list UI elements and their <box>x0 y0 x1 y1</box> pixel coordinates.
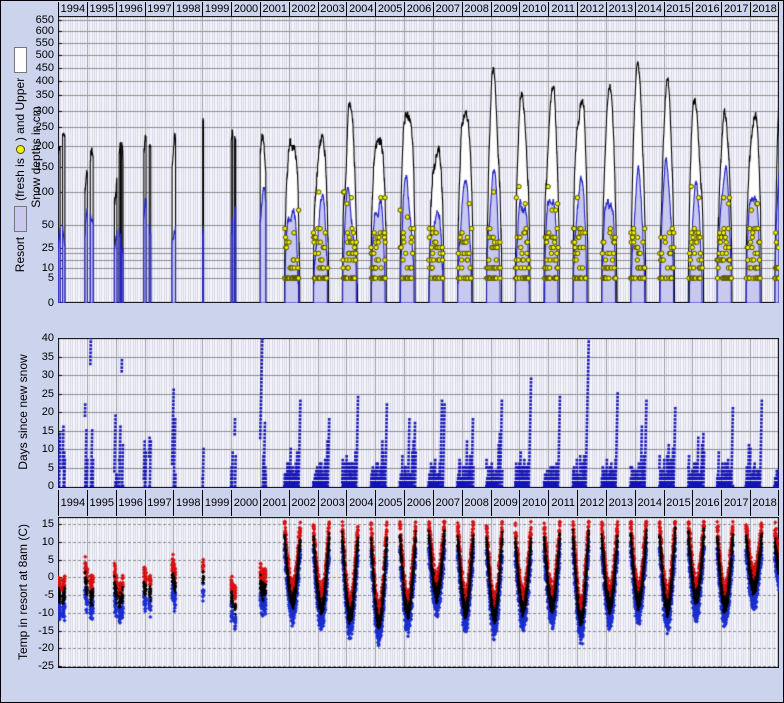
year-label: 1996 <box>116 2 145 16</box>
year-label: 2000 <box>231 490 260 516</box>
year-label: 2011 <box>548 490 577 516</box>
days-ytick: 30 <box>1 369 54 382</box>
year-label: 1994 <box>58 490 87 516</box>
snow-ytick: 400 <box>1 75 54 88</box>
year-label: 2002 <box>289 2 318 16</box>
year-label: 2001 <box>260 2 289 16</box>
snow-ytick: 350 <box>1 89 54 102</box>
year-label: 2002 <box>289 490 318 516</box>
year-label: 2006 <box>404 490 433 516</box>
year-label: 1997 <box>145 2 174 16</box>
year-label: 2011 <box>548 2 577 16</box>
temp-ytick: -15 <box>1 625 54 638</box>
year-label: 2016 <box>692 2 721 16</box>
year-label: 2014 <box>635 2 664 16</box>
year-label: 2010 <box>519 490 548 516</box>
snow-ytick: 100 <box>1 186 54 199</box>
year-label: 1995 <box>87 490 116 516</box>
year-label: 1998 <box>173 2 202 16</box>
temp-ytick: 0 <box>1 571 54 584</box>
days-ytick: 5 <box>1 462 54 475</box>
snow-ytick: 0 <box>1 297 54 310</box>
snow-ytick: 25 <box>1 242 54 255</box>
year-label: 2006 <box>404 2 433 16</box>
year-label: 2000 <box>231 2 260 16</box>
snow-ytick: 200 <box>1 140 54 153</box>
year-label: 2003 <box>318 490 347 516</box>
snow-ytick: 250 <box>1 121 54 134</box>
snow-ytick: 450 <box>1 62 54 75</box>
year-label: 2008 <box>462 2 491 16</box>
snow-ytick: 550 <box>1 37 54 50</box>
days-ytick: 10 <box>1 443 54 456</box>
year-label: 1996 <box>116 490 145 516</box>
temp-ytick: -5 <box>1 589 54 602</box>
year-label: 2001 <box>260 490 289 516</box>
year-label: 2013 <box>606 2 635 16</box>
year-label: 2008 <box>462 490 491 516</box>
days-ytick: 0 <box>1 480 54 493</box>
year-label: 2007 <box>433 2 462 16</box>
year-label: 1999 <box>202 2 231 16</box>
snow-ytick: 300 <box>1 105 54 118</box>
snow-ytick: 5 <box>1 272 54 285</box>
temp-ytick: 10 <box>1 536 54 549</box>
year-label: 2004 <box>346 2 375 16</box>
temp-ytick: 5 <box>1 554 54 567</box>
snow-history-figure: 1994199519961997199819992000200120022003… <box>0 0 784 703</box>
year-label: 1994 <box>58 2 87 16</box>
days-ytick: 35 <box>1 351 54 364</box>
snow-ytick: 50 <box>1 219 54 232</box>
year-label: 1995 <box>87 2 116 16</box>
year-label: 1997 <box>145 490 174 516</box>
days-since-snow-chart <box>58 338 779 488</box>
year-label: 2012 <box>577 2 606 16</box>
temp-ytick: -20 <box>1 642 54 655</box>
year-label: 2014 <box>635 490 664 516</box>
days-ytick: 25 <box>1 388 54 401</box>
year-label: 2018 <box>750 2 779 16</box>
year-label: 2015 <box>664 2 693 16</box>
year-label: 2016 <box>692 490 721 516</box>
days-ytick: 15 <box>1 425 54 438</box>
year-label: 2007 <box>433 490 462 516</box>
year-label: 2009 <box>491 490 520 516</box>
year-label: 2017 <box>721 490 750 516</box>
year-label: 1999 <box>202 490 231 516</box>
year-label: 2003 <box>318 2 347 16</box>
year-label: 2015 <box>664 490 693 516</box>
year-label: 2012 <box>577 490 606 516</box>
year-label: 2005 <box>375 490 404 516</box>
snow-depth-chart <box>58 16 779 303</box>
year-label: 2018 <box>750 490 779 516</box>
temp-chart <box>58 517 779 668</box>
year-label: 2013 <box>606 490 635 516</box>
year-label: 2009 <box>491 2 520 16</box>
temp-ytick: -10 <box>1 607 54 620</box>
year-label: 1998 <box>173 490 202 516</box>
days-ytick: 20 <box>1 406 54 419</box>
year-label: 2010 <box>519 2 548 16</box>
snow-ytick: 500 <box>1 49 54 62</box>
year-label: 2004 <box>346 490 375 516</box>
days-ytick: 40 <box>1 332 54 345</box>
year-label: 2005 <box>375 2 404 16</box>
temp-ytick: -25 <box>1 660 54 673</box>
temp-ytick: 15 <box>1 518 54 531</box>
snow-ytick: 150 <box>1 161 54 174</box>
year-label: 2017 <box>721 2 750 16</box>
